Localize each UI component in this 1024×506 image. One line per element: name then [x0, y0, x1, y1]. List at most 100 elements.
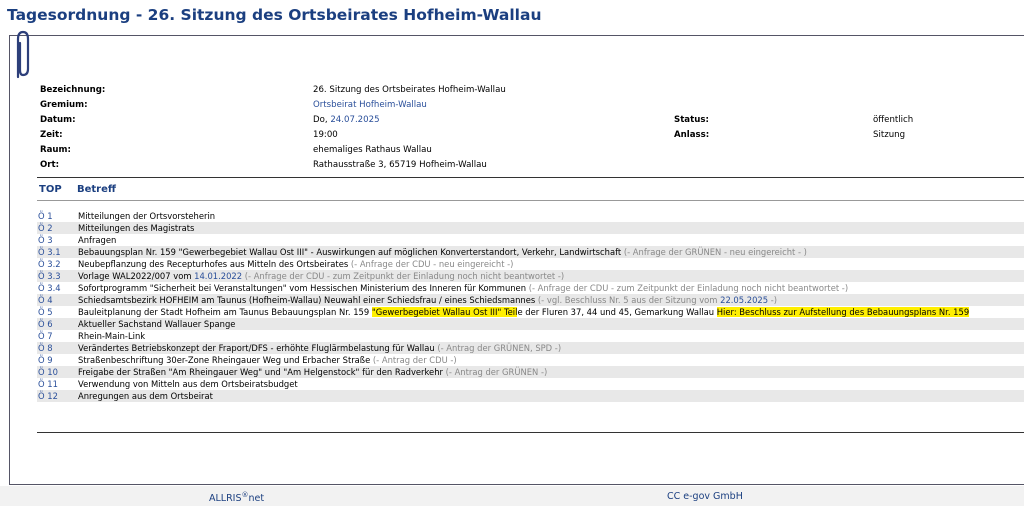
value-zeit: 19:00	[313, 130, 338, 140]
betreff-note: (- Antrag der GRÜNEN, SPD -)	[434, 343, 562, 353]
betreff-note: (- Anfrage der GRÜNEN - neu eingereicht …	[621, 247, 807, 257]
betreff-text: Anregungen aus dem Ortsbeirat	[78, 391, 213, 401]
betreff-text: Verändertes Betriebskonzept der Fraport/…	[78, 343, 435, 353]
table-row: Ö 4 Schiedsamtsbezirk HOFHEIM am Taunus (…	[37, 294, 1024, 306]
table-row: Ö 3 Anfragen	[37, 234, 1024, 246]
highlighted-text: Hier: Beschluss zur Aufstellung des Beba…	[716, 307, 970, 317]
betreff-note: (- Antrag der CDU -)	[370, 355, 457, 365]
betreff-text: Straßenbeschriftung 30er-Zone Rheingauer…	[78, 355, 371, 365]
top-number-link[interactable]: Ö 4	[38, 294, 53, 306]
betreff-note-end: -)	[768, 295, 778, 305]
betreff-text: Schiedsamtsbezirk HOFHEIM am Taunus (Hof…	[78, 295, 536, 305]
column-header-betreff: Betreff	[77, 184, 116, 195]
betreff-note: (- Anfrage der CDU - zum Zeitpunkt der E…	[242, 271, 565, 281]
info-labels-left: Bezeichnung: Gremium: Datum: Zeit: Raum:…	[40, 83, 105, 173]
table-row: Ö 6 Aktueller Sachstand Wallauer Spange	[37, 318, 1024, 330]
footer-allris-sup: ®	[241, 491, 249, 499]
betreff-cell[interactable]: Straßenbeschriftung 30er-Zone Rheingauer…	[78, 354, 457, 366]
datum-link[interactable]: 24.07.2025	[330, 115, 379, 125]
top-number-link[interactable]: Ö 5	[38, 306, 53, 318]
top-number-link[interactable]: Ö 9	[38, 354, 53, 366]
value-bezeichnung: 26. Sitzung des Ortsbeirates Hofheim-Wal…	[313, 85, 506, 95]
top-number-link[interactable]: Ö 6	[38, 318, 53, 330]
top-number-link[interactable]: Ö 7	[38, 330, 53, 342]
betreff-text-continued: e der Fluren 37, 44 und 45, Gemarkung Wa…	[517, 307, 717, 317]
betreff-cell[interactable]: Vorlage WAL2022/007 vom 14.01.2022 (- An…	[78, 270, 564, 282]
footer-bar	[0, 486, 1024, 506]
agenda-table: Ö 1 Mitteilungen der Ortsvorsteherin Ö 2 Mi…	[37, 210, 1024, 402]
label-status: Status:	[674, 115, 709, 125]
betreff-text: Mitteilungen des Magistrats	[78, 223, 195, 233]
table-row: Ö 3.2 Neubepflanzung des Recepturhofes au…	[37, 258, 1024, 270]
top-number-link[interactable]: Ö 1	[38, 210, 53, 222]
betreff-cell[interactable]: Schiedsamtsbezirk HOFHEIM am Taunus (Hof…	[78, 294, 777, 306]
betreff-cell[interactable]: Mitteilungen der Ortsvorsteherin	[78, 210, 215, 222]
label-bezeichnung: Bezeichnung:	[40, 85, 106, 95]
betreff-cell[interactable]: Aktueller Sachstand Wallauer Spange	[78, 318, 235, 330]
top-number-link[interactable]: Ö 3.4	[38, 282, 61, 294]
betreff-cell[interactable]: Neubepflanzung des Recepturhofes aus Mit…	[78, 258, 513, 270]
betreff-text: Sofortprogramm "Sicherheit bei Veranstal…	[78, 283, 527, 293]
value-raum: ehemaliges Rathaus Wallau	[313, 145, 432, 155]
footer-vendor-link[interactable]: CC e-gov GmbH	[667, 491, 743, 502]
betreff-cell[interactable]: Verändertes Betriebskonzept der Fraport/…	[78, 342, 561, 354]
date-link[interactable]: 14.01.2022	[194, 271, 242, 281]
betreff-cell[interactable]: Rhein-Main-Link	[78, 330, 145, 342]
label-datum: Datum:	[40, 115, 76, 125]
betreff-text: Verwendung von Mitteln aus dem Ortsbeira…	[78, 379, 298, 389]
table-row: Ö 12 Anregungen aus dem Ortsbeirat	[37, 390, 1024, 402]
betreff-cell[interactable]: Anfragen	[78, 234, 116, 246]
label-gremium: Gremium:	[40, 100, 88, 110]
info-values-left: 26. Sitzung des Ortsbeirates Hofheim-Wal…	[313, 83, 506, 173]
table-row: Ö 5 Bauleitplanung der Stadt Hofheim am T…	[37, 306, 1024, 318]
page-title: Tagesordnung - 26. Sitzung des Ortsbeira…	[7, 6, 542, 24]
betreff-note: (- Anfrage der CDU - neu eingereicht -)	[348, 259, 514, 269]
footer-allris-text: ALLRIS	[209, 493, 242, 505]
table-row: Ö 1 Mitteilungen der Ortsvorsteherin	[37, 210, 1024, 222]
betreff-cell[interactable]: Bebauungsplan Nr. 159 "Gewerbegebiet Wal…	[78, 246, 807, 258]
value-ort: Rathausstraße 3, 65719 Hofheim-Wallau	[313, 160, 487, 170]
top-number-link[interactable]: Ö 3.1	[38, 246, 61, 258]
betreff-text: Vorlage WAL2022/007 vom	[78, 271, 195, 281]
top-number-link[interactable]: Ö 10	[38, 366, 58, 378]
top-number-link[interactable]: Ö 8	[38, 342, 53, 354]
betreff-text: Mitteilungen der Ortsvorsteherin	[78, 211, 216, 221]
paperclip-icon	[16, 30, 30, 79]
table-row: Ö 2 Mitteilungen des Magistrats	[37, 222, 1024, 234]
date-link[interactable]: 22.05.2025	[720, 295, 768, 305]
betreff-cell[interactable]: Freigabe der Straßen "Am Rheingauer Weg"…	[78, 366, 547, 378]
betreff-text: Neubepflanzung des Recepturhofes aus Mit…	[78, 259, 349, 269]
betreff-text: Rhein-Main-Link	[78, 331, 146, 341]
betreff-text: Aktueller Sachstand Wallauer Spange	[78, 319, 236, 329]
divider-top	[37, 177, 1024, 178]
betreff-cell[interactable]: Mitteilungen des Magistrats	[78, 222, 194, 234]
betreff-cell[interactable]: Bauleitplanung der Stadt Hofheim am Taun…	[78, 306, 970, 318]
highlighted-text: "Gewerbegebiet Wallau Ost III" Teil	[371, 307, 518, 317]
top-number-link[interactable]: Ö 2	[38, 222, 53, 234]
table-row: Ö 7 Rhein-Main-Link	[37, 330, 1024, 342]
footer-allris-link[interactable]: ALLRIS®net	[209, 491, 264, 504]
divider-header	[37, 200, 1024, 201]
table-row: Ö 10 Freigabe der Straßen "Am Rheingauer …	[37, 366, 1024, 378]
table-row: Ö 11 Verwendung von Mitteln aus dem Ortsb…	[37, 378, 1024, 390]
top-number-link[interactable]: Ö 3.2	[38, 258, 61, 270]
table-row: Ö 3.1 Bebauungsplan Nr. 159 "Gewerbegebie…	[37, 246, 1024, 258]
gremium-link[interactable]: Ortsbeirat Hofheim-Wallau	[313, 100, 427, 110]
value-anlass: Sitzung	[873, 130, 906, 140]
top-number-link[interactable]: Ö 11	[38, 378, 58, 390]
betreff-text: Bebauungsplan Nr. 159 "Gewerbegebiet Wal…	[78, 247, 622, 257]
betreff-cell[interactable]: Verwendung von Mitteln aus dem Ortsbeira…	[78, 378, 298, 390]
table-row: Ö 9 Straßenbeschriftung 30er-Zone Rheinga…	[37, 354, 1024, 366]
divider-bottom	[37, 432, 1024, 433]
betreff-cell[interactable]: Anregungen aus dem Ortsbeirat	[78, 390, 213, 402]
label-anlass: Anlass:	[674, 130, 710, 140]
top-number-link[interactable]: Ö 3	[38, 234, 53, 246]
footer-allris-suffix: net	[248, 493, 265, 505]
top-number-link[interactable]: Ö 3.3	[38, 270, 61, 282]
betreff-cell[interactable]: Sofortprogramm "Sicherheit bei Veranstal…	[78, 282, 848, 294]
betreff-text: Bauleitplanung der Stadt Hofheim am Taun…	[78, 307, 372, 317]
betreff-note: (- Anfrage der CDU - zum Zeitpunkt der E…	[526, 283, 849, 293]
betreff-note: (- Antrag der GRÜNEN -)	[442, 367, 548, 377]
table-row: Ö 3.4 Sofortprogramm "Sicherheit bei Vera…	[37, 282, 1024, 294]
top-number-link[interactable]: Ö 12	[38, 390, 58, 402]
